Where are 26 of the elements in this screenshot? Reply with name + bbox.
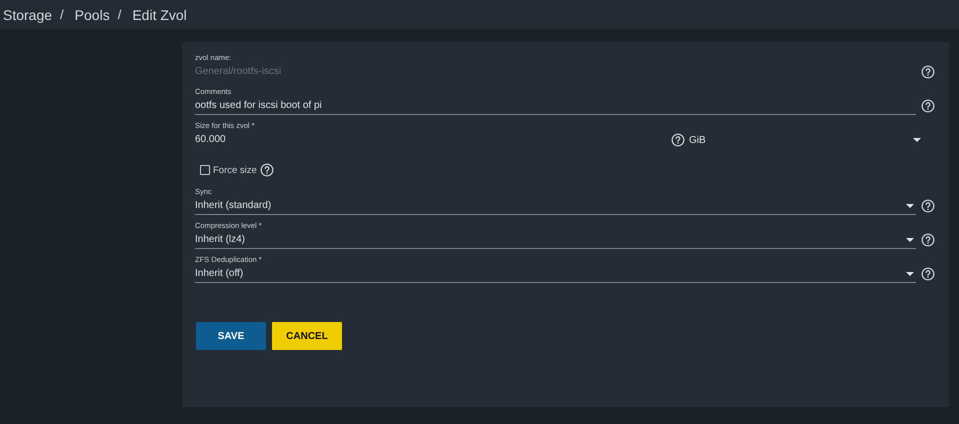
help-icon[interactable]	[671, 133, 685, 147]
unit-select[interactable]: GiB	[689, 134, 913, 146]
breadcrumb-item[interactable]: Storage	[0, 6, 52, 22]
help-icon[interactable]	[260, 163, 274, 177]
dropdown-arrow-icon[interactable]	[906, 238, 914, 242]
select-field[interactable]: Inherit (lz4)	[195, 231, 916, 249]
help-icon[interactable]	[921, 267, 935, 281]
breadcrumb-separator: /	[59, 7, 65, 22]
help-icon[interactable]	[921, 199, 935, 213]
breadcrumb-separator: /	[116, 7, 122, 22]
checkbox[interactable]	[200, 165, 210, 175]
save-button[interactable]: SAVE	[196, 322, 266, 350]
help-icon[interactable]	[921, 99, 935, 113]
select-field[interactable]: Inherit (off)	[195, 265, 916, 283]
input-field: General/rootfs-iscsi	[195, 63, 916, 81]
dropdown-arrow-icon[interactable]	[913, 138, 921, 142]
cancel-button[interactable]: CANCEL	[272, 322, 342, 350]
checkbox-label: Force size	[213, 164, 257, 176]
select-field[interactable]: Inherit (standard)	[195, 197, 916, 215]
input-field[interactable]: ootfs used for iscsi boot of pi	[195, 97, 916, 115]
breadcrumb-item[interactable]: Edit Zvol	[129, 6, 187, 22]
dropdown-arrow-icon[interactable]	[906, 272, 914, 276]
breadcrumb-item[interactable]: Pools	[72, 6, 110, 22]
help-icon[interactable]	[921, 233, 935, 247]
dropdown-arrow-icon[interactable]	[906, 204, 914, 208]
input-field[interactable]: 60.000	[195, 131, 671, 149]
